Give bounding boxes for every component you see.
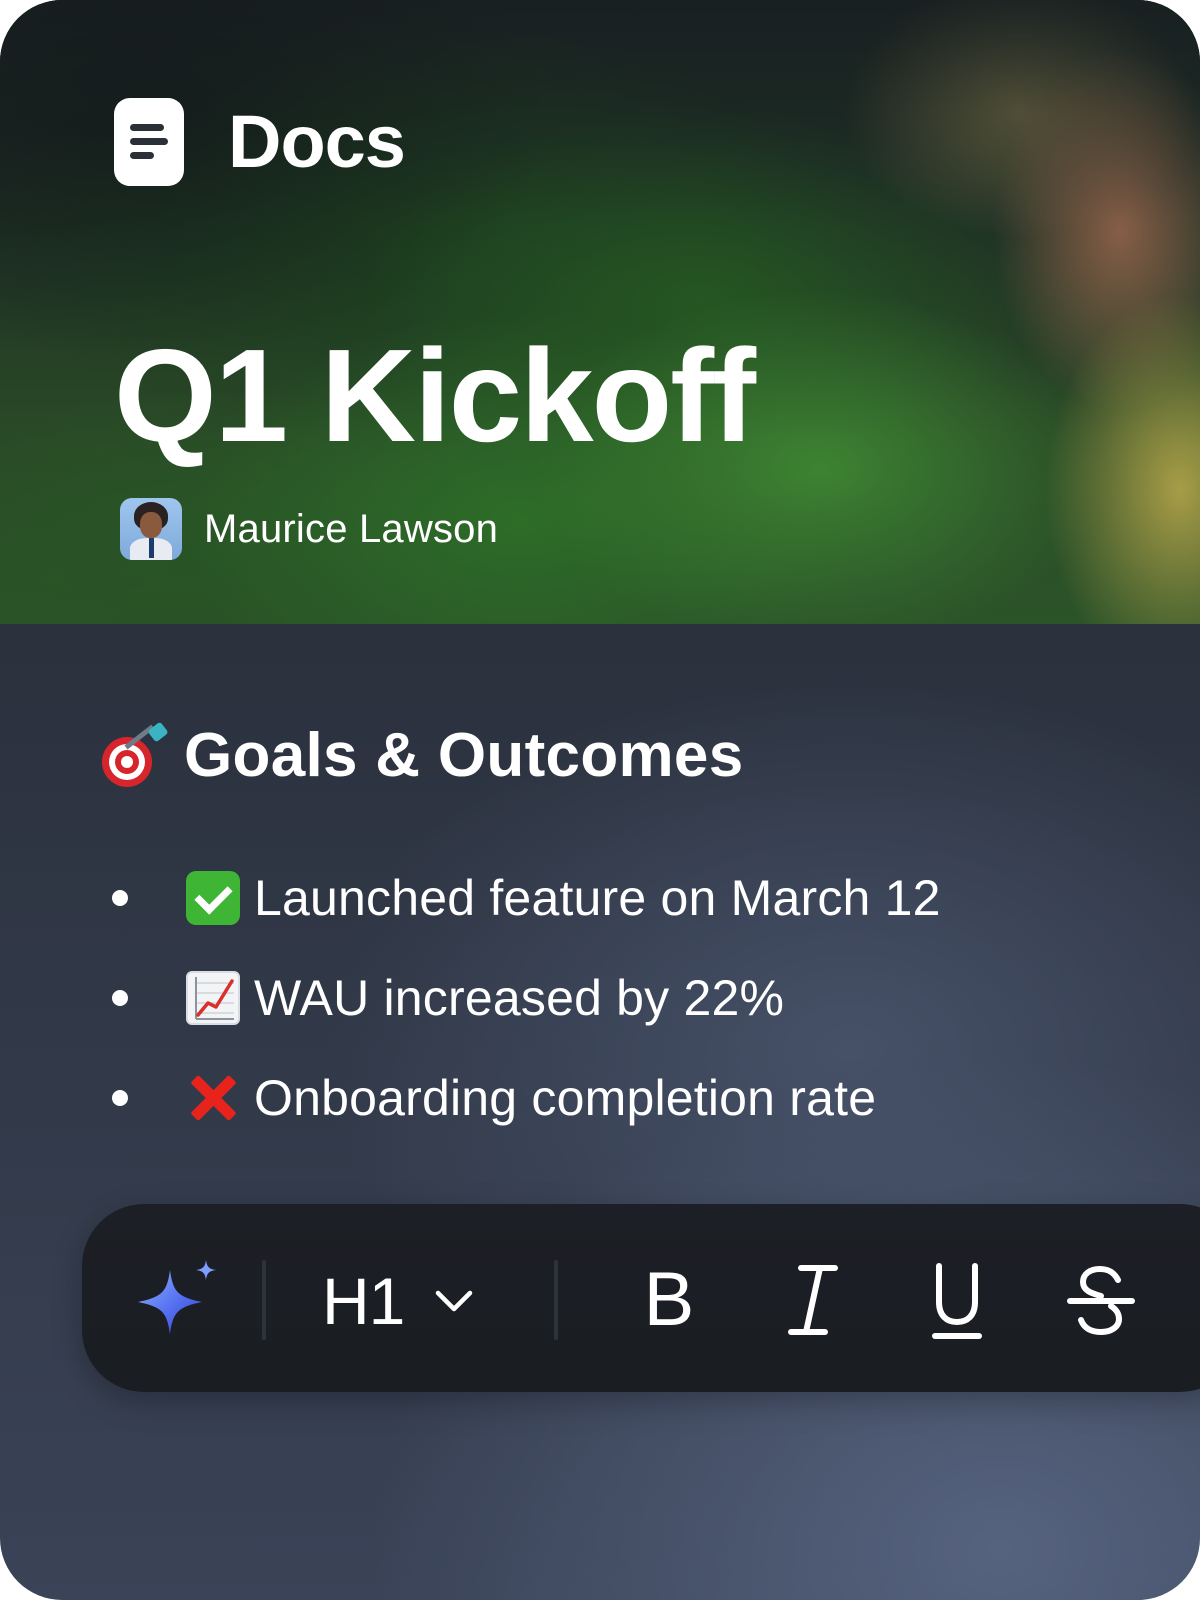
goal-list: Launched feature on March 12 WAU increas… [112, 848, 941, 1148]
heading-level-select[interactable]: H1 [322, 1256, 474, 1346]
list-item-text: Launched feature on March 12 [254, 870, 941, 926]
section-heading[interactable]: Goals & Outcomes [100, 720, 744, 791]
heading-level-value: H1 [322, 1264, 405, 1338]
formatting-toolbar: H1 B [82, 1204, 1200, 1392]
document-icon [114, 98, 184, 186]
avatar [120, 498, 182, 560]
italic-icon [788, 1265, 838, 1335]
list-item-text: WAU increased by 22% [254, 970, 785, 1026]
bullet-icon [112, 990, 128, 1006]
app-name: Docs [228, 100, 406, 183]
strikethrough-icon [1067, 1265, 1135, 1336]
italic-button[interactable] [768, 1250, 858, 1350]
bold-icon: B [643, 1257, 695, 1342]
list-item[interactable]: WAU increased by 22% [112, 948, 941, 1048]
bullet-icon [112, 1090, 128, 1106]
list-item[interactable]: Onboarding completion rate [112, 1048, 941, 1148]
check-mark-button-icon [186, 871, 240, 925]
list-item-text: Onboarding completion rate [254, 1070, 877, 1126]
section-title: Goals & Outcomes [184, 721, 744, 790]
document-title[interactable]: Q1 Kickoff [114, 330, 756, 462]
cross-mark-icon [186, 1071, 240, 1125]
toolbar-divider [554, 1260, 558, 1340]
chevron-down-icon [436, 1290, 473, 1312]
list-item[interactable]: Launched feature on March 12 [112, 848, 941, 948]
app-brand: Docs [114, 98, 406, 186]
bullet-icon [112, 890, 128, 906]
strikethrough-button[interactable] [1056, 1250, 1146, 1350]
sparkles-icon [138, 1260, 216, 1334]
ai-assist-button[interactable] [132, 1252, 228, 1348]
cover-image: Docs Q1 Kickoff Maurice Lawson [0, 0, 1200, 624]
bold-button[interactable]: B [624, 1250, 714, 1350]
direct-hit-dart-icon [100, 721, 169, 789]
author-name: Maurice Lawson [204, 506, 499, 551]
document-card: Docs Q1 Kickoff Maurice Lawson Goals & O… [0, 0, 1200, 1600]
underline-button[interactable] [912, 1250, 1002, 1350]
toolbar-divider [262, 1260, 266, 1340]
chart-increasing-icon [186, 971, 240, 1025]
underline-icon [932, 1263, 982, 1339]
author[interactable]: Maurice Lawson [120, 498, 498, 560]
